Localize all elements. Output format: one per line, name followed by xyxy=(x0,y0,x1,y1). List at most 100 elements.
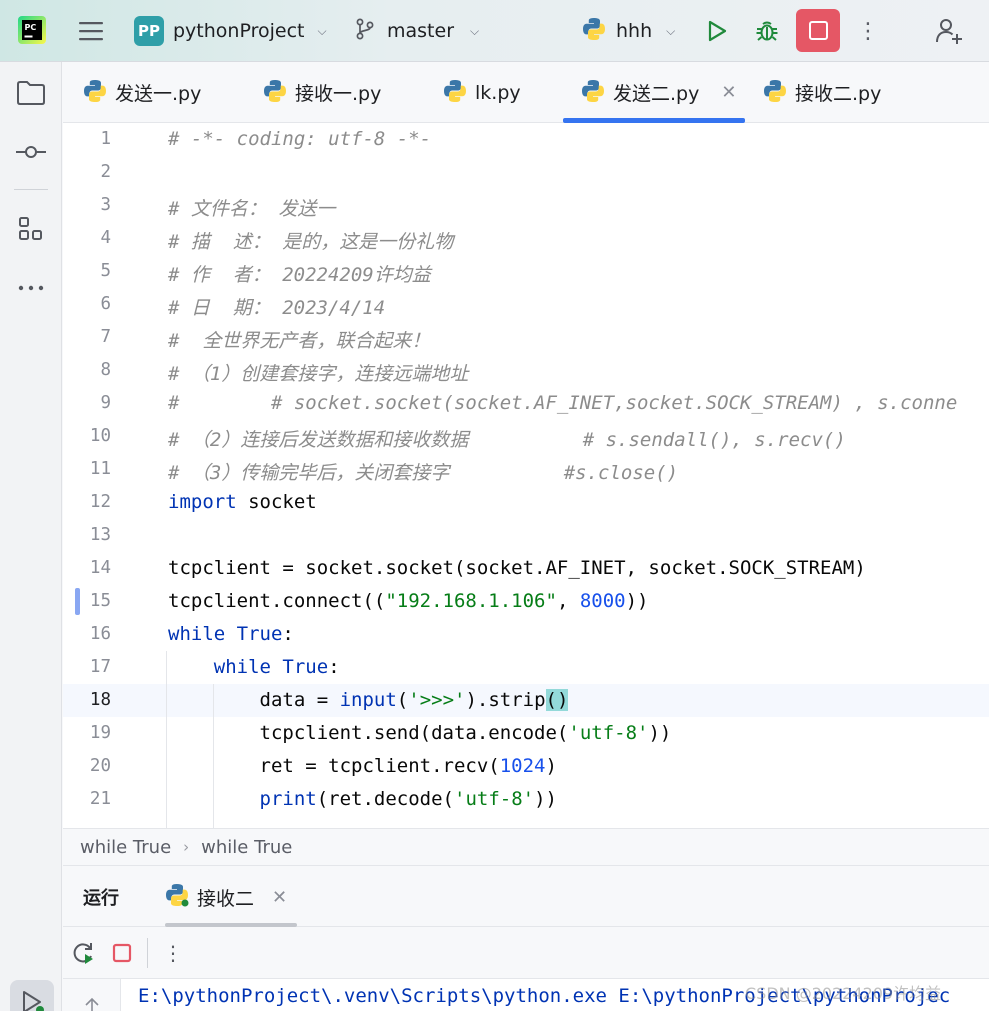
line-number[interactable]: 7 xyxy=(63,327,111,347)
structure-icon[interactable] xyxy=(14,212,48,246)
line-number[interactable]: 10 xyxy=(63,426,111,446)
code-line[interactable]: 21 print(ret.decode('utf-8')) xyxy=(63,783,989,816)
code-editor[interactable]: 1 # -*- coding: utf-8 -*- 2 3 # 文件名： 发送一 4 # 描… xyxy=(63,123,989,828)
play-icon xyxy=(708,20,727,42)
stop-button[interactable] xyxy=(796,9,840,52)
line-number[interactable]: 13 xyxy=(63,525,111,545)
breadcrumb-item[interactable]: while True xyxy=(201,837,292,858)
line-number[interactable]: 4 xyxy=(63,228,111,248)
strip-separator xyxy=(14,189,48,190)
code-line[interactable]: 5 # 作 者： 20224209许均益 xyxy=(63,255,989,288)
project-switcher[interactable]: PP pythonProject ⌵ xyxy=(134,14,327,48)
debug-button[interactable] xyxy=(752,14,782,48)
line-number[interactable]: 12 xyxy=(63,492,111,512)
line-number[interactable]: 9 xyxy=(63,393,111,413)
line-number[interactable]: 16 xyxy=(63,624,111,644)
code-text: # -*- coding: utf-8 -*- xyxy=(168,128,432,150)
code-line[interactable]: 17 while True: xyxy=(63,651,989,684)
line-number[interactable]: 8 xyxy=(63,360,111,380)
title-bar: PC PP pythonProject ⌵ master ⌵ hhh ⌵ ⋮ xyxy=(0,0,989,62)
tab-receive-two[interactable]: 接收二.py xyxy=(763,62,881,123)
code-line[interactable]: 13 xyxy=(63,519,989,552)
run-tab[interactable]: 接收二 ✕ xyxy=(165,867,297,927)
python-file-icon xyxy=(582,17,606,45)
rerun-icon xyxy=(73,943,93,964)
hamburger-icon[interactable] xyxy=(76,16,106,46)
code-line[interactable]: 9 # # socket.socket(socket.AF_INET,socket… xyxy=(63,387,989,420)
tab-send-one[interactable]: 发送一.py xyxy=(83,62,201,123)
code-text: # （1）创建套接字，连接远端地址 xyxy=(168,363,469,385)
line-number[interactable]: 5 xyxy=(63,261,111,281)
rerun-button[interactable] xyxy=(69,939,97,967)
line-number[interactable]: 11 xyxy=(63,459,111,479)
chevron-right-icon: › xyxy=(183,838,190,856)
python-file-icon xyxy=(83,79,107,107)
line-number[interactable]: 15 xyxy=(63,591,111,611)
code-line[interactable]: 7 # 全世界无产者，联合起来！ xyxy=(63,321,989,354)
pycharm-logo-icon[interactable]: PC xyxy=(18,16,46,44)
scroll-up-icon xyxy=(85,997,99,1011)
code-line[interactable]: 10 # （2）连接后发送数据和接收数据 # s.sendall(), s.rec… xyxy=(63,420,989,453)
code-text: data = input('>>>').strip() xyxy=(168,689,569,711)
line-number[interactable]: 2 xyxy=(63,162,111,182)
python-file-icon xyxy=(263,79,287,107)
breadcrumb: while True › while True xyxy=(63,828,989,866)
close-icon[interactable]: ✕ xyxy=(272,887,287,908)
stop-run-button[interactable] xyxy=(108,939,136,967)
python-file-icon xyxy=(763,79,787,107)
code-line[interactable]: 20 ret = tcpclient.recv(1024) xyxy=(63,750,989,783)
code-line[interactable]: 16 while True: xyxy=(63,618,989,651)
code-line[interactable]: 1 # -*- coding: utf-8 -*- xyxy=(63,123,989,156)
line-number[interactable]: 14 xyxy=(63,558,111,578)
line-number[interactable]: 19 xyxy=(63,723,111,743)
code-text: # （3）传输完毕后，关闭套接字 #s.close() xyxy=(168,462,679,484)
code-text: # （2）连接后发送数据和接收数据 # s.sendall(), s.recv(… xyxy=(168,429,846,451)
code-line[interactable]: 8 # （1）创建套接字，连接远端地址 xyxy=(63,354,989,387)
code-text: tcpclient = socket.socket(socket.AF_INET… xyxy=(168,557,866,579)
commit-icon[interactable] xyxy=(14,135,48,169)
tab-receive-one[interactable]: 接收一.py xyxy=(263,62,381,123)
code-line[interactable]: 3 # 文件名： 发送一 xyxy=(63,189,989,222)
code-line[interactable]: 19 tcpclient.send(data.encode('utf-8')) xyxy=(63,717,989,750)
stop-icon xyxy=(112,943,132,963)
run-tab-label: 接收二 xyxy=(197,887,255,910)
more-horizontal-icon[interactable] xyxy=(14,271,48,305)
line-number[interactable]: 18 xyxy=(63,690,111,710)
line-number[interactable]: 3 xyxy=(63,195,111,215)
close-icon[interactable]: ✕ xyxy=(721,82,736,103)
tab-lk[interactable]: lk.py xyxy=(443,62,521,123)
line-number[interactable]: 17 xyxy=(63,657,111,677)
code-line[interactable]: 14 tcpclient = socket.socket(socket.AF_IN… xyxy=(63,552,989,585)
line-number[interactable]: 6 xyxy=(63,294,111,314)
stop-icon xyxy=(808,21,828,40)
code-line[interactable]: 12 import socket xyxy=(63,486,989,519)
code-line[interactable]: 2 xyxy=(63,156,989,189)
code-line[interactable]: 4 # 描 述： 是的，这是一份礼物 xyxy=(63,222,989,255)
line-number[interactable]: 20 xyxy=(63,756,111,776)
code-line[interactable]: 15 tcpclient.connect(("192.168.1.106", 80… xyxy=(63,585,989,618)
line-number[interactable]: 21 xyxy=(63,789,111,809)
breadcrumb-item[interactable]: while True xyxy=(80,837,171,858)
more-vertical-icon[interactable]: ⋮ xyxy=(856,14,880,48)
tab-send-two[interactable]: 发送二.py ✕ xyxy=(563,62,745,123)
tab-label: 发送一.py xyxy=(115,83,202,105)
more-vertical-icon[interactable]: ⋮ xyxy=(159,939,187,967)
code-text: # 文件名： 发送一 xyxy=(168,198,336,220)
code-text: tcpclient.send(data.encode('utf-8')) xyxy=(168,722,672,744)
code-text: print(ret.decode('utf-8')) xyxy=(259,788,557,810)
code-line[interactable]: 6 # 日 期： 2023/4/14 xyxy=(63,288,989,321)
line-number[interactable]: 1 xyxy=(63,129,111,149)
run-tool-icon[interactable] xyxy=(10,980,54,1011)
code-line[interactable]: 11 # （3）传输完毕后，关闭套接字 #s.close() xyxy=(63,453,989,486)
run-toolbar: ⋮ xyxy=(63,927,989,979)
watermark: CSDN @20224209许均益 xyxy=(745,984,942,1003)
code-text: while True: xyxy=(168,623,294,645)
run-button[interactable] xyxy=(702,14,732,48)
run-config-selector[interactable]: hhh ⌵ xyxy=(582,14,675,48)
code-text: tcpclient.connect(("192.168.1.106", 8000… xyxy=(168,590,649,612)
run-panel-title: 运行 xyxy=(83,888,119,909)
folder-icon[interactable] xyxy=(14,76,48,110)
code-line[interactable]: 18 data = input('>>>').strip() xyxy=(63,684,989,717)
add-user-button[interactable] xyxy=(932,13,966,49)
branch-switcher[interactable]: master ⌵ xyxy=(355,14,479,48)
